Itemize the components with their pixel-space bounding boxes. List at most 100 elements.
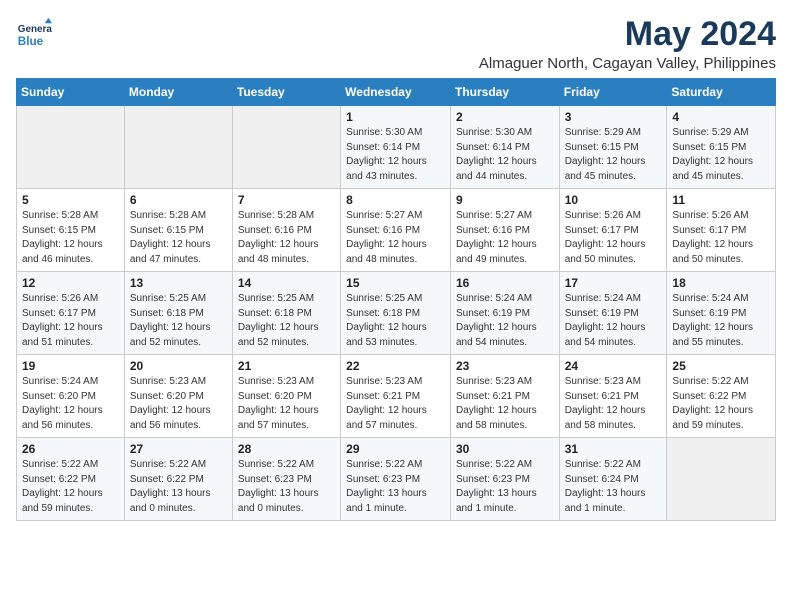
- calendar-cell-w2-d2: 14 Sunrise: 5:25 AMSunset: 6:18 PMDayligh…: [232, 272, 340, 355]
- calendar-cell-w1-d4: 9 Sunrise: 5:27 AMSunset: 6:16 PMDaylight…: [450, 189, 559, 272]
- weekday-header-thursday: Thursday: [450, 79, 559, 106]
- day-number: 5: [22, 193, 119, 207]
- calendar-cell-w2-d1: 13 Sunrise: 5:25 AMSunset: 6:18 PMDayligh…: [124, 272, 232, 355]
- calendar-cell-w0-d3: 1 Sunrise: 5:30 AMSunset: 6:14 PMDaylight…: [341, 106, 451, 189]
- calendar-cell-w2-d4: 16 Sunrise: 5:24 AMSunset: 6:19 PMDayligh…: [450, 272, 559, 355]
- calendar-cell-w4-d2: 28 Sunrise: 5:22 AMSunset: 6:23 PMDayligh…: [232, 438, 340, 521]
- day-number: 26: [22, 442, 119, 456]
- weekday-header-saturday: Saturday: [667, 79, 776, 106]
- weekday-header-sunday: Sunday: [17, 79, 125, 106]
- calendar-cell-w1-d2: 7Sunrise: 5:28 AMSunset: 6:16 PMDaylight…: [232, 189, 340, 272]
- calendar-cell-w3-d1: 20 Sunrise: 5:23 AMSunset: 6:20 PMDayligh…: [124, 355, 232, 438]
- day-info: Sunrise: 5:26 AMSunset: 6:17 PMDaylight:…: [22, 292, 119, 350]
- day-info: Sunrise: 5:22 AMSunset: 6:24 PMDaylight:…: [565, 458, 662, 516]
- calendar-table: SundayMondayTuesdayWednesdayThursdayFrid…: [16, 78, 776, 521]
- day-number: 20: [130, 359, 227, 373]
- day-info: Sunrise: 5:22 AMSunset: 6:22 PMDaylight:…: [672, 375, 770, 433]
- calendar-cell-w1-d3: 8Sunrise: 5:27 AMSunset: 6:16 PMDaylight…: [341, 189, 451, 272]
- day-info: Sunrise: 5:23 AMSunset: 6:21 PMDaylight:…: [346, 375, 445, 433]
- day-info: Sunrise: 5:28 AMSunset: 6:15 PMDaylight:…: [130, 209, 227, 267]
- day-info: Sunrise: 5:30 AMSunset: 6:14 PMDaylight:…: [456, 126, 554, 184]
- calendar-cell-w3-d4: 23 Sunrise: 5:23 AMSunset: 6:21 PMDayligh…: [450, 355, 559, 438]
- day-info: Sunrise: 5:27 AMSunset: 6:16 PMDaylight:…: [456, 209, 554, 267]
- day-number: 6: [130, 193, 227, 207]
- calendar-cell-w4-d5: 31 Sunrise: 5:22 AMSunset: 6:24 PMDayligh…: [559, 438, 667, 521]
- calendar-cell-w0-d5: 3Sunrise: 5:29 AMSunset: 6:15 PMDaylight…: [559, 106, 667, 189]
- subtitle: Almaguer North, Cagayan Valley, Philippi…: [479, 55, 776, 72]
- day-number: 28: [238, 442, 335, 456]
- calendar-cell-w1-d1: 6 Sunrise: 5:28 AMSunset: 6:15 PMDaylight…: [124, 189, 232, 272]
- day-number: 11: [672, 193, 770, 207]
- weekday-header-monday: Monday: [124, 79, 232, 106]
- calendar-cell-w1-d0: 5Sunrise: 5:28 AMSunset: 6:15 PMDaylight…: [17, 189, 125, 272]
- day-info: Sunrise: 5:29 AMSunset: 6:15 PMDaylight:…: [672, 126, 770, 184]
- title-block: May 2024 Almaguer North, Cagayan Valley,…: [479, 16, 776, 72]
- day-number: 8: [346, 193, 445, 207]
- calendar-cell-w3-d0: 19 Sunrise: 5:24 AMSunset: 6:20 PMDayligh…: [17, 355, 125, 438]
- logo: General Blue: [16, 16, 56, 52]
- day-number: 13: [130, 276, 227, 290]
- calendar-cell-w1-d5: 10 Sunrise: 5:26 AMSunset: 6:17 PMDayligh…: [559, 189, 667, 272]
- day-number: 27: [130, 442, 227, 456]
- day-number: 18: [672, 276, 770, 290]
- day-number: 22: [346, 359, 445, 373]
- calendar-cell-w4-d0: 26 Sunrise: 5:22 AMSunset: 6:22 PMDayligh…: [17, 438, 125, 521]
- day-number: 1: [346, 110, 445, 124]
- day-number: 3: [565, 110, 662, 124]
- day-number: 14: [238, 276, 335, 290]
- calendar-cell-w4-d4: 30 Sunrise: 5:22 AMSunset: 6:23 PMDayligh…: [450, 438, 559, 521]
- day-number: 7: [238, 193, 335, 207]
- weekday-header-friday: Friday: [559, 79, 667, 106]
- weekday-header-wednesday: Wednesday: [341, 79, 451, 106]
- calendar-cell-w3-d2: 21 Sunrise: 5:23 AMSunset: 6:20 PMDayligh…: [232, 355, 340, 438]
- calendar-cell-w4-d6: [667, 438, 776, 521]
- day-number: 30: [456, 442, 554, 456]
- day-number: 29: [346, 442, 445, 456]
- day-info: Sunrise: 5:23 AMSunset: 6:21 PMDaylight:…: [456, 375, 554, 433]
- day-number: 19: [22, 359, 119, 373]
- calendar-cell-w0-d2: [232, 106, 340, 189]
- day-number: 2: [456, 110, 554, 124]
- day-info: Sunrise: 5:22 AMSunset: 6:22 PMDaylight:…: [22, 458, 119, 516]
- day-info: Sunrise: 5:22 AMSunset: 6:23 PMDaylight:…: [346, 458, 445, 516]
- calendar-cell-w3-d3: 22 Sunrise: 5:23 AMSunset: 6:21 PMDayligh…: [341, 355, 451, 438]
- day-info: Sunrise: 5:23 AMSunset: 6:21 PMDaylight:…: [565, 375, 662, 433]
- day-info: Sunrise: 5:24 AMSunset: 6:19 PMDaylight:…: [456, 292, 554, 350]
- day-info: Sunrise: 5:25 AMSunset: 6:18 PMDaylight:…: [238, 292, 335, 350]
- calendar-cell-w3-d5: 24 Sunrise: 5:23 AMSunset: 6:21 PMDayligh…: [559, 355, 667, 438]
- calendar-cell-w2-d3: 15Sunrise: 5:25 AMSunset: 6:18 PMDayligh…: [341, 272, 451, 355]
- day-info: Sunrise: 5:23 AMSunset: 6:20 PMDaylight:…: [238, 375, 335, 433]
- day-number: 10: [565, 193, 662, 207]
- day-info: Sunrise: 5:30 AMSunset: 6:14 PMDaylight:…: [346, 126, 445, 184]
- calendar-cell-w4-d3: 29 Sunrise: 5:22 AMSunset: 6:23 PMDayligh…: [341, 438, 451, 521]
- day-info: Sunrise: 5:24 AMSunset: 6:19 PMDaylight:…: [565, 292, 662, 350]
- day-info: Sunrise: 5:25 AMSunset: 6:18 PMDaylight:…: [130, 292, 227, 350]
- day-number: 12: [22, 276, 119, 290]
- day-info: Sunrise: 5:24 AMSunset: 6:19 PMDaylight:…: [672, 292, 770, 350]
- calendar-cell-w2-d5: 17 Sunrise: 5:24 AMSunset: 6:19 PMDayligh…: [559, 272, 667, 355]
- day-number: 31: [565, 442, 662, 456]
- day-info: Sunrise: 5:23 AMSunset: 6:20 PMDaylight:…: [130, 375, 227, 433]
- day-info: Sunrise: 5:24 AMSunset: 6:20 PMDaylight:…: [22, 375, 119, 433]
- header: General Blue May 2024 Almaguer North, Ca…: [16, 16, 776, 72]
- day-number: 24: [565, 359, 662, 373]
- day-number: 9: [456, 193, 554, 207]
- calendar-cell-w2-d0: 12 Sunrise: 5:26 AMSunset: 6:17 PMDayligh…: [17, 272, 125, 355]
- calendar-cell-w0-d0: [17, 106, 125, 189]
- month-title: May 2024: [479, 16, 776, 53]
- day-number: 16: [456, 276, 554, 290]
- day-info: Sunrise: 5:22 AMSunset: 6:23 PMDaylight:…: [238, 458, 335, 516]
- calendar-cell-w0-d6: 4 Sunrise: 5:29 AMSunset: 6:15 PMDaylight…: [667, 106, 776, 189]
- calendar-cell-w0-d1: [124, 106, 232, 189]
- day-number: 21: [238, 359, 335, 373]
- day-info: Sunrise: 5:22 AMSunset: 6:23 PMDaylight:…: [456, 458, 554, 516]
- calendar-cell-w0-d4: 2 Sunrise: 5:30 AMSunset: 6:14 PMDaylight…: [450, 106, 559, 189]
- calendar-cell-w3-d6: 25 Sunrise: 5:22 AMSunset: 6:22 PMDayligh…: [667, 355, 776, 438]
- day-info: Sunrise: 5:26 AMSunset: 6:17 PMDaylight:…: [565, 209, 662, 267]
- calendar-cell-w1-d6: 11Sunrise: 5:26 AMSunset: 6:17 PMDayligh…: [667, 189, 776, 272]
- day-number: 17: [565, 276, 662, 290]
- day-number: 25: [672, 359, 770, 373]
- day-number: 23: [456, 359, 554, 373]
- svg-text:General: General: [18, 24, 52, 35]
- day-number: 4: [672, 110, 770, 124]
